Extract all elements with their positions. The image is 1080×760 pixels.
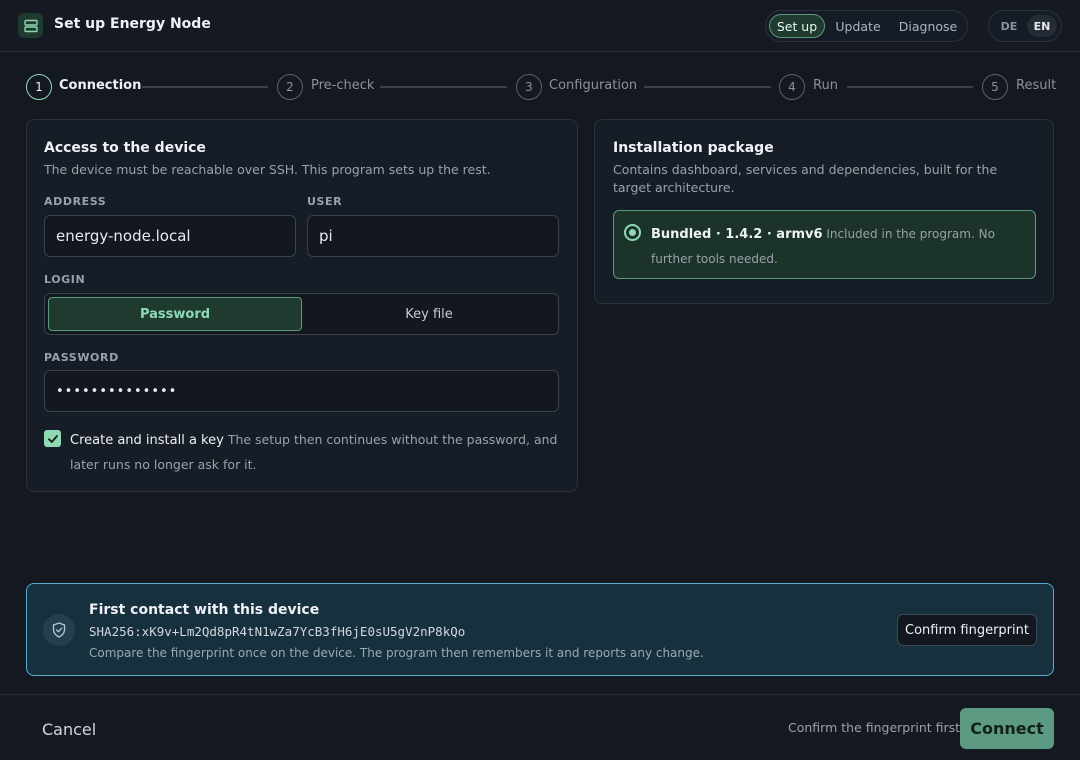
checkmark-icon [47, 434, 58, 443]
radio-selected-dot [629, 229, 636, 236]
step-4-number: 4 [779, 74, 805, 100]
step-4-label: Run [813, 78, 838, 93]
step-3-label: Configuration [549, 78, 638, 93]
address-input[interactable] [44, 215, 296, 257]
install-key-checkbox[interactable] [44, 430, 61, 447]
step-5-label: Result [1016, 78, 1057, 93]
package-option-text: Bundled · 1.4.2 · armv6 Included in the … [651, 222, 1026, 271]
mode-setup-button[interactable]: Set up [769, 14, 825, 38]
package-title: Installation package [613, 140, 774, 156]
shield-check-icon [43, 614, 75, 646]
step-2-label: Pre-check [311, 78, 375, 93]
fingerprint-value: SHA256:xK9v+Lm2Qd8pR4tN1wZa7YcB3fH6jE0sU… [89, 624, 466, 639]
step-1-label: Connection [59, 78, 142, 93]
wizard-stepper: 1 Connection 2 Pre-check 3 Configuration… [0, 70, 1080, 104]
app-title: Set up Energy Node [54, 16, 211, 32]
step-2-number: 2 [277, 74, 303, 100]
language-de-button[interactable]: DE [994, 15, 1024, 37]
address-label: ADDRESS [44, 195, 107, 208]
user-input[interactable] [307, 215, 559, 257]
step-3-number: 3 [516, 74, 542, 100]
access-title: Access to the device [44, 140, 206, 156]
fingerprint-hint: Compare the fingerprint once on the devi… [89, 646, 704, 660]
language-en-button[interactable]: EN [1027, 15, 1057, 37]
install-key-label[interactable]: Create and install a key [70, 433, 224, 448]
login-password-option[interactable]: Password [48, 297, 302, 331]
step-connector [380, 86, 507, 88]
password-label: PASSWORD [44, 351, 119, 364]
user-label: USER [307, 195, 343, 208]
mode-switcher: Set up Update Diagnose [765, 10, 968, 42]
mode-update-button[interactable]: Update [830, 14, 886, 38]
install-key-text: Create and install a key The setup then … [70, 428, 560, 477]
step-connector [644, 86, 771, 88]
server-icon [18, 13, 43, 38]
login-method-toggle: Password Key file [44, 293, 559, 335]
footer-hint: Confirm the fingerprint first. [788, 720, 965, 735]
password-input[interactable] [44, 370, 559, 412]
fingerprint-banner: First contact with this device SHA256:xK… [26, 583, 1054, 676]
package-description: Contains dashboard, services and depende… [613, 162, 998, 195]
language-switcher: DE EN [988, 10, 1062, 42]
connect-button[interactable]: Connect [960, 708, 1054, 749]
package-card: Installation package Contains dashboard,… [594, 119, 1054, 304]
confirm-fingerprint-button[interactable]: Confirm fingerprint [897, 614, 1037, 646]
fingerprint-title: First contact with this device [89, 602, 320, 618]
package-option-title: Bundled · 1.4.2 · armv6 [651, 227, 823, 242]
step-5-number: 5 [982, 74, 1008, 100]
access-description: The device must be reachable over SSH. T… [44, 162, 491, 177]
mode-diagnose-button[interactable]: Diagnose [894, 14, 962, 38]
step-connector [847, 86, 973, 88]
login-label: LOGIN [44, 273, 86, 286]
step-connector [142, 86, 268, 88]
step-1-number: 1 [26, 74, 52, 100]
wizard-footer: Cancel Confirm the fingerprint first. Co… [0, 694, 1080, 760]
cancel-button[interactable]: Cancel [30, 715, 108, 743]
package-option-bundled[interactable]: Bundled · 1.4.2 · armv6 Included in the … [613, 210, 1036, 279]
package-radio[interactable] [624, 224, 641, 241]
access-card: Access to the device The device must be … [26, 119, 578, 492]
app-header: Set up Energy Node Set up Update Diagnos… [0, 0, 1080, 52]
login-keyfile-option[interactable]: Key file [302, 297, 556, 331]
